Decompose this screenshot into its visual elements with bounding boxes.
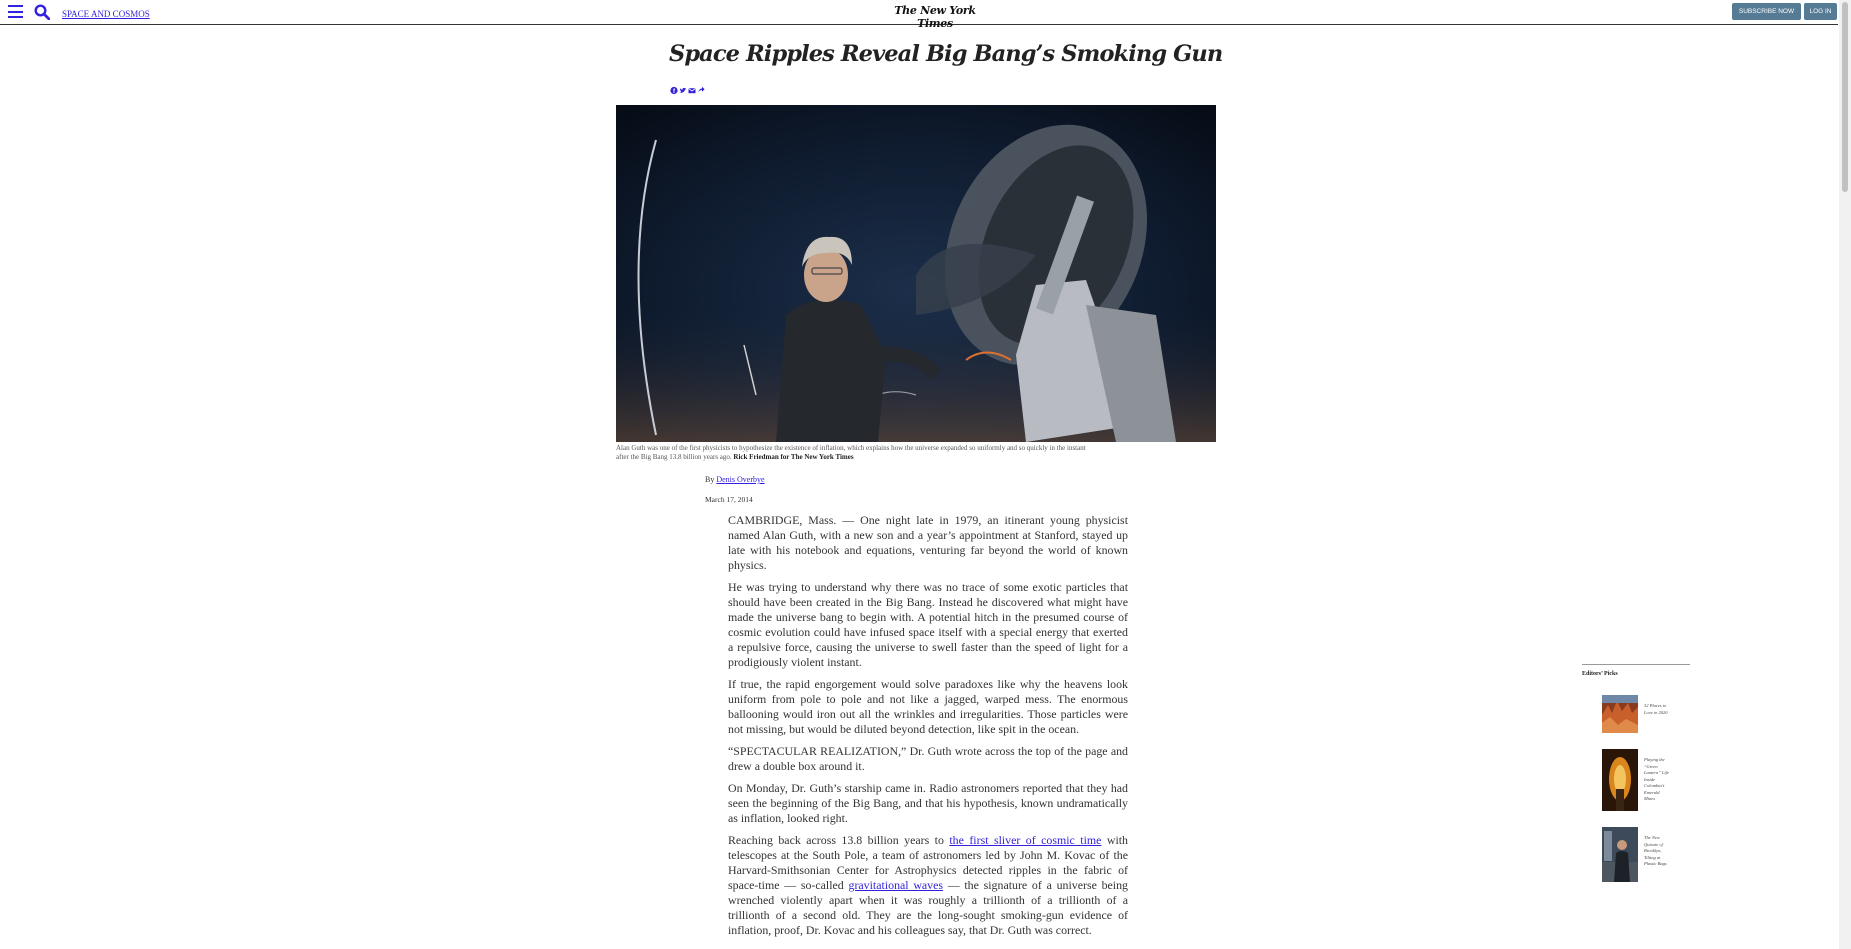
pick-title[interactable]: Playing the “Green Lantern” Life Inside … <box>1644 757 1669 803</box>
article-paragraph: Reaching back across 13.8 billion years … <box>728 833 1128 938</box>
scrollbar-thumb[interactable] <box>1842 2 1848 192</box>
photo-credit: Rick Friedman for The New York Times <box>733 453 854 461</box>
pick-thumbnail[interactable] <box>1602 827 1638 882</box>
byline: By Denis Overbye <box>705 475 765 484</box>
photo-caption: Alan Guth was one of the first physicist… <box>616 444 1096 462</box>
share-icon[interactable] <box>697 86 705 95</box>
article-headline: Space Ripples Reveal Big Bang’s Smoking … <box>669 41 1223 67</box>
pick-title[interactable]: The New Quixote of Brooklyn, Tilting at … <box>1644 835 1669 868</box>
gravitational-waves-link[interactable]: gravitational waves <box>849 878 944 892</box>
email-icon[interactable] <box>688 86 696 95</box>
byline-prefix: By <box>705 475 715 484</box>
facebook-icon[interactable]: f <box>670 86 678 95</box>
article-paragraph: If true, the rapid engorgement would sol… <box>728 677 1128 736</box>
editors-picks: Editors’ Picks 32 Places to Love in 2020… <box>1582 664 1690 882</box>
pick-title[interactable]: 32 Places to Love in 2020 <box>1644 703 1669 716</box>
page-scrollbar[interactable] <box>1839 0 1851 949</box>
hamburger-menu-icon[interactable] <box>8 5 23 18</box>
share-tools: f <box>670 86 705 96</box>
pick-thumbnail[interactable] <box>1602 749 1638 811</box>
twitter-icon[interactable] <box>679 86 687 95</box>
search-icon[interactable] <box>34 4 50 20</box>
nyt-logo[interactable]: The New York Times <box>880 4 990 30</box>
cosmic-time-link[interactable]: the first sliver of cosmic time <box>949 833 1101 847</box>
article-body: CAMBRIDGE, Mass. — One night late in 197… <box>728 513 1128 945</box>
login-button[interactable]: LOG IN <box>1804 3 1837 20</box>
publish-date: March 17, 2014 <box>705 495 753 504</box>
subscribe-button[interactable]: SUBSCRIBE NOW <box>1732 3 1801 20</box>
paragraph-text: Reaching back across 13.8 billion years … <box>728 833 944 847</box>
lead-photo <box>616 105 1216 442</box>
article-paragraph: On Monday, Dr. Guth’s starship came in. … <box>728 781 1128 825</box>
article-paragraph: CAMBRIDGE, Mass. — One night late in 197… <box>728 513 1128 572</box>
section-link[interactable]: SPACE AND COSMOS <box>62 9 150 19</box>
article-paragraph: He was trying to understand why there wa… <box>728 580 1128 669</box>
pick-thumbnail[interactable] <box>1602 695 1638 733</box>
article-paragraph: “SPECTACULAR REALIZATION,” Dr. Guth wrot… <box>728 744 1128 773</box>
author-link[interactable]: Denis Overbye <box>716 475 764 484</box>
editors-picks-title: Editors’ Picks <box>1582 671 1618 677</box>
top-navigation-bar: SPACE AND COSMOS The New York Times SUBS… <box>0 0 1838 30</box>
